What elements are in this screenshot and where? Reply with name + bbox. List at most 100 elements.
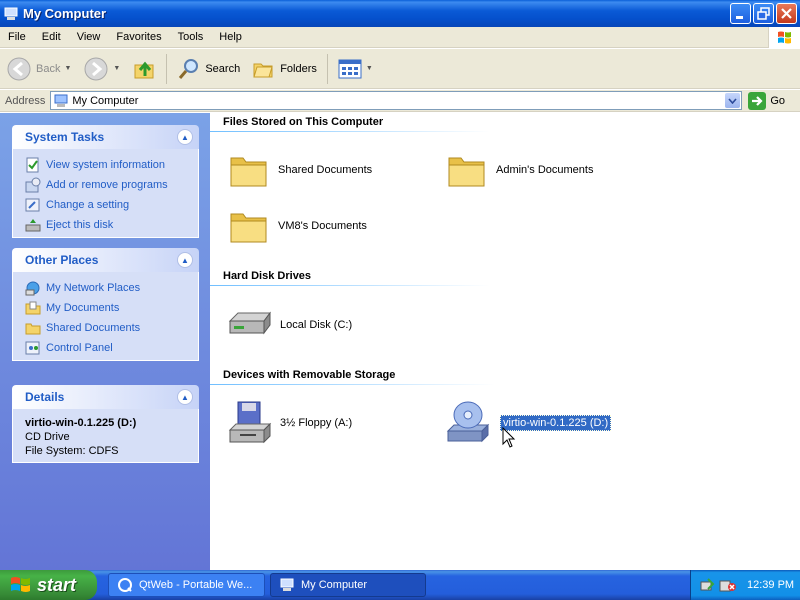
toolbar: Back ▼ ▼ Search Folders ▼ xyxy=(0,49,800,89)
views-dropdown-icon[interactable]: ▼ xyxy=(366,65,373,72)
system-tasks-header[interactable]: System Tasks ▲ xyxy=(12,125,199,149)
menu-file[interactable]: File xyxy=(0,31,34,43)
link-label: Add or remove programs xyxy=(46,179,168,191)
windows-logo-icon xyxy=(768,27,800,48)
start-button[interactable]: start xyxy=(0,570,97,600)
folder-icon xyxy=(230,213,267,243)
clock: 12:39 PM xyxy=(747,579,795,591)
restore-button[interactable] xyxy=(753,3,774,24)
forward-dropdown-icon[interactable]: ▼ xyxy=(113,65,120,72)
other-places-header[interactable]: Other Places ▲ xyxy=(12,248,199,272)
file-view[interactable]: Files Stored on This Computer Shared Doc… xyxy=(210,113,800,570)
address-input[interactable]: My Computer xyxy=(50,91,743,110)
item-label: virtio-win-0.1.225 (D:) xyxy=(500,415,612,431)
folders-button[interactable]: Folders xyxy=(246,52,323,86)
close-button[interactable] xyxy=(776,3,797,24)
toolbar-separator xyxy=(326,53,328,84)
folder-icon xyxy=(230,157,267,187)
address-bar: Address My Computer Go xyxy=(0,90,800,112)
add-remove-programs-link[interactable]: Add or remove programs xyxy=(25,175,198,195)
minimize-button[interactable] xyxy=(730,3,751,24)
menu-edit[interactable]: Edit xyxy=(34,31,69,43)
group-files-title: Files Stored on This Computer xyxy=(223,116,384,128)
back-dropdown-icon[interactable]: ▼ xyxy=(64,65,71,72)
address-dropdown-button[interactable] xyxy=(725,93,741,108)
details-panel: Details ▲ virtio-win-0.1.225 (D:) CD Dri… xyxy=(12,385,199,463)
link-label: Eject this disk xyxy=(46,219,114,231)
address-value: My Computer xyxy=(72,94,139,107)
computer-icon xyxy=(4,7,18,20)
task-label: QtWeb - Portable We... xyxy=(139,579,253,591)
local-disk-c-item[interactable]: Local Disk (C:) xyxy=(226,300,352,350)
my-network-places-link[interactable]: My Network Places xyxy=(25,278,198,298)
menu-favorites[interactable]: Favorites xyxy=(108,31,169,43)
system-tasks-title: System Tasks xyxy=(25,130,105,144)
taskbar: start QtWeb - Portable We... My Computer… xyxy=(0,570,800,600)
my-documents-link[interactable]: My Documents xyxy=(25,298,198,318)
vm8s-documents-item[interactable]: VM8's Documents xyxy=(228,201,367,251)
back-button[interactable]: Back ▼ xyxy=(0,52,77,86)
network-status-icon[interactable] xyxy=(699,577,715,593)
eject-icon xyxy=(25,219,41,232)
admins-documents-item[interactable]: Admin's Documents xyxy=(446,145,593,195)
menu-view[interactable]: View xyxy=(69,31,109,43)
link-label: Change a setting xyxy=(46,199,130,211)
floppy-a-item[interactable]: 3½ Floppy (A:) xyxy=(226,398,352,448)
system-tasks-panel: System Tasks ▲ View system information A… xyxy=(12,125,199,238)
floppy-drive-icon xyxy=(228,401,272,444)
task-pane: System Tasks ▲ View system information A… xyxy=(0,113,210,570)
forward-button[interactable]: ▼ xyxy=(77,52,126,86)
search-icon xyxy=(179,58,199,79)
shared-documents-item[interactable]: Shared Documents xyxy=(228,145,372,195)
restore-icon xyxy=(757,7,770,20)
menu-tools[interactable]: Tools xyxy=(170,31,212,43)
go-arrow-icon xyxy=(748,91,767,110)
go-label: Go xyxy=(770,94,786,107)
item-label: Shared Documents xyxy=(278,164,373,176)
search-button[interactable]: Search xyxy=(171,52,246,86)
group-hdd-title: Hard Disk Drives xyxy=(223,270,312,282)
collapse-icon[interactable]: ▲ xyxy=(177,389,193,405)
item-label: Admin's Documents xyxy=(496,164,594,176)
back-label: Back xyxy=(36,62,61,75)
computer-icon xyxy=(54,94,68,107)
hard-disk-icon xyxy=(228,311,271,335)
virtio-win-cd-item[interactable]: virtio-win-0.1.225 (D:) xyxy=(444,398,612,448)
views-button[interactable]: ▼ xyxy=(332,52,379,86)
group-removable-title: Devices with Removable Storage xyxy=(223,369,396,381)
details-header[interactable]: Details ▲ xyxy=(12,385,199,409)
close-icon xyxy=(781,8,792,19)
folder-icon xyxy=(448,157,485,187)
item-label: 3½ Floppy (A:) xyxy=(280,417,353,429)
window-title: My Computer xyxy=(23,6,107,21)
folders-icon xyxy=(253,63,273,77)
minimize-icon xyxy=(736,16,743,19)
back-arrow-icon xyxy=(7,57,31,80)
menu-help[interactable]: Help xyxy=(211,31,250,43)
change-setting-link[interactable]: Change a setting xyxy=(25,195,198,215)
system-tray: 12:39 PM xyxy=(690,570,800,600)
view-system-info-link[interactable]: View system information xyxy=(25,155,198,175)
group-divider xyxy=(210,384,495,385)
go-button[interactable]: Go xyxy=(748,91,786,110)
shared-documents-link[interactable]: Shared Documents xyxy=(25,318,198,338)
security-alert-icon[interactable] xyxy=(719,577,737,593)
title-bar[interactable]: My Computer xyxy=(0,0,800,27)
folders-label: Folders xyxy=(280,62,317,75)
control-panel-icon xyxy=(25,198,40,212)
taskbar-qtweb-button[interactable]: QtWeb - Portable We... xyxy=(108,573,265,597)
collapse-icon[interactable]: ▲ xyxy=(177,129,193,145)
windows-logo-icon xyxy=(11,577,30,592)
taskbar-my-computer-button[interactable]: My Computer xyxy=(270,573,426,597)
item-label: Local Disk (C:) xyxy=(280,319,353,331)
other-places-title: Other Places xyxy=(25,253,99,267)
link-label: Shared Documents xyxy=(46,322,141,334)
cd-drive-icon xyxy=(446,401,490,443)
eject-disk-link[interactable]: Eject this disk xyxy=(25,215,198,235)
up-folder-button[interactable] xyxy=(126,52,162,86)
views-icon xyxy=(338,59,362,78)
control-panel-link[interactable]: Control Panel xyxy=(25,338,198,358)
collapse-icon[interactable]: ▲ xyxy=(177,252,193,268)
menu-bar: File Edit View Favorites Tools Help xyxy=(0,27,800,48)
link-label: My Documents xyxy=(46,302,120,314)
